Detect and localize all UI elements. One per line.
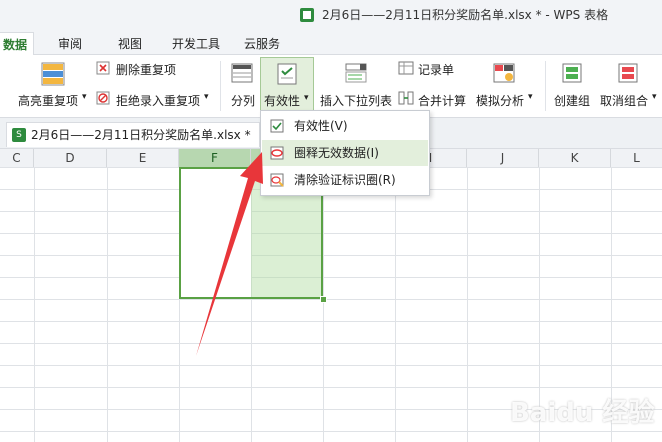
annotation-arrow-icon — [196, 152, 263, 356]
baidu-watermark: Baidu 经验 — [510, 398, 655, 428]
